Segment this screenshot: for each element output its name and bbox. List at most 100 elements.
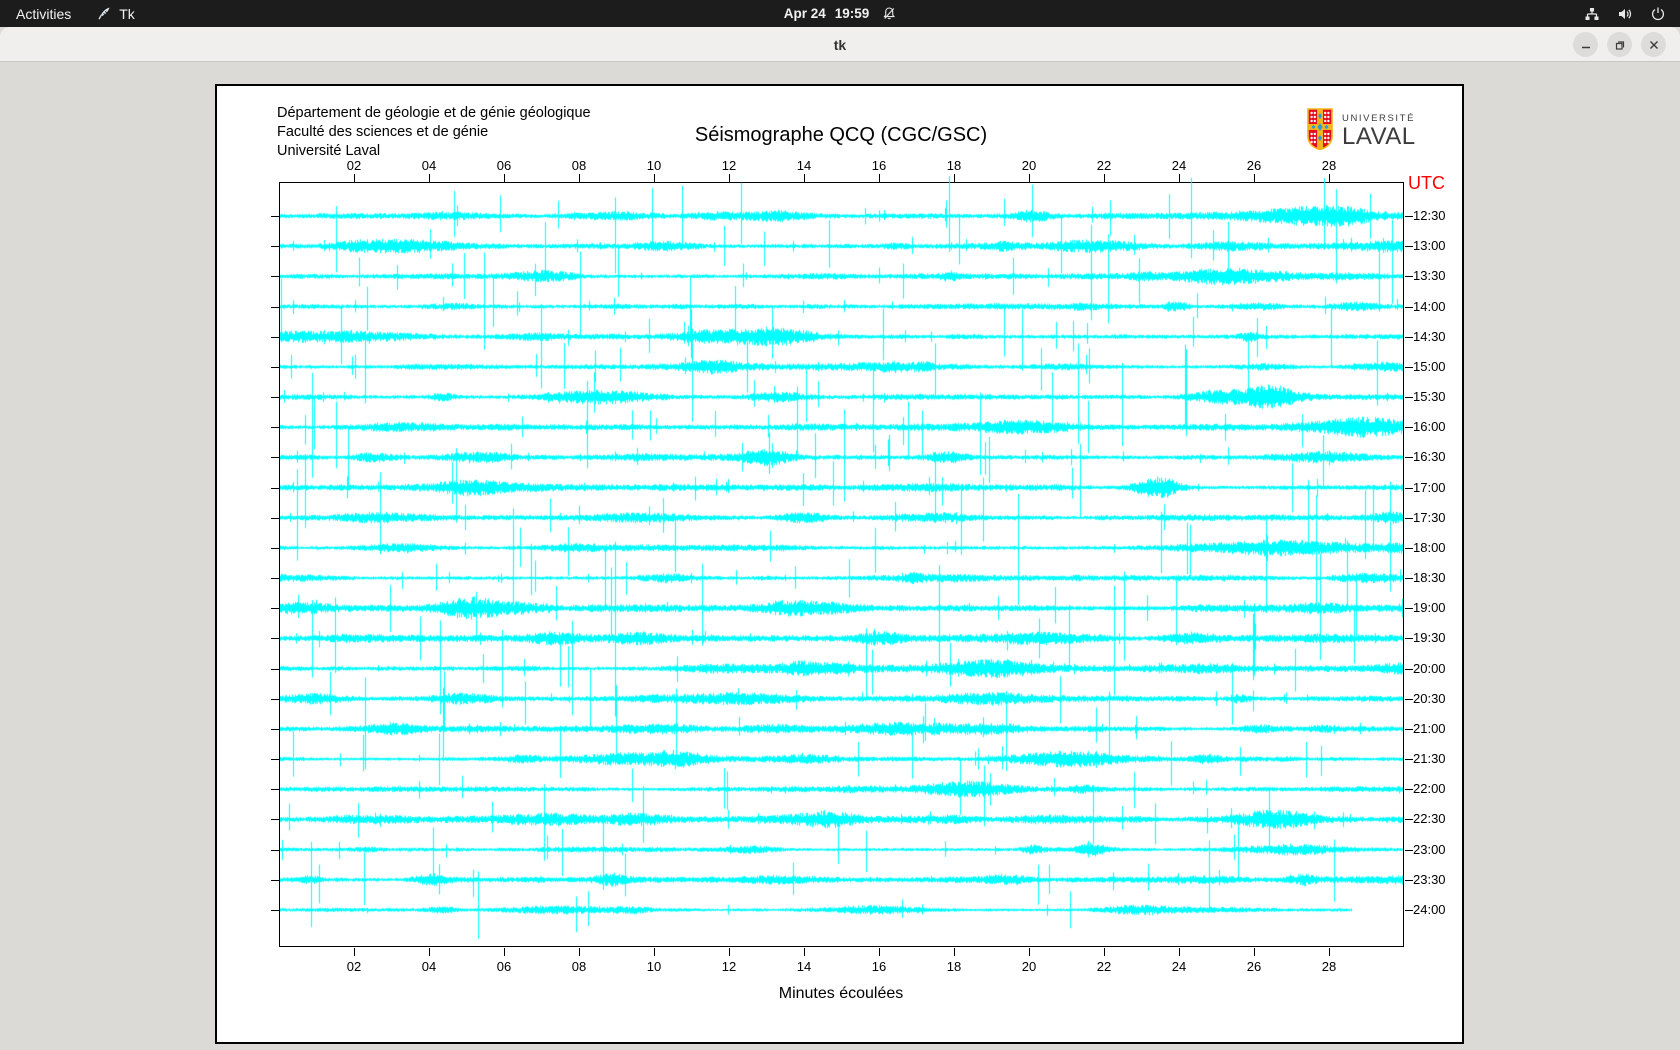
row-tick-left <box>271 487 279 489</box>
utc-axis-label: UTC <box>1408 173 1445 193</box>
row-tick-right <box>1405 397 1413 399</box>
x-axis-tick-label-bottom: 02 <box>346 959 362 974</box>
row-tick-right <box>1405 578 1413 580</box>
row-time-label: 21:00 <box>1413 720 1446 736</box>
x-axis-tick-label-bottom: 22 <box>1096 959 1112 974</box>
x-axis-tick-label-top: 08 <box>571 158 587 173</box>
x-axis-tick-label-top: 12 <box>721 158 737 173</box>
row-tick-right <box>1405 759 1413 761</box>
minimize-button[interactable] <box>1573 32 1598 57</box>
row-tick-left <box>271 849 279 851</box>
x-axis-tick-label-bottom: 12 <box>721 959 737 974</box>
row-time-label: 23:30 <box>1413 871 1446 887</box>
row-tick-right <box>1405 487 1413 489</box>
row-tick-right <box>1405 517 1413 519</box>
row-tick-right <box>1405 879 1413 881</box>
x-axis-tick-label-top: 04 <box>421 158 437 173</box>
institution-header: Département de géologie et de génie géol… <box>277 104 591 161</box>
x-axis-tick-label-top: 20 <box>1021 158 1037 173</box>
row-tick-right <box>1405 849 1413 851</box>
x-axis-tick-top <box>1179 174 1180 182</box>
row-tick-left <box>271 608 279 610</box>
row-tick-right <box>1405 306 1413 308</box>
x-axis-tick-top <box>654 174 655 182</box>
row-tick-left <box>271 698 279 700</box>
x-axis-tick-bottom <box>1179 948 1180 956</box>
row-tick-right <box>1405 638 1413 640</box>
row-time-label: 16:30 <box>1413 449 1446 465</box>
row-tick-left <box>271 457 279 459</box>
row-time-label: 13:30 <box>1413 268 1446 284</box>
x-axis-tick-label-bottom: 26 <box>1246 959 1262 974</box>
window-titlebar: tk <box>0 27 1680 62</box>
x-axis-tick-bottom <box>1254 948 1255 956</box>
x-axis-tick-top <box>504 174 505 182</box>
x-axis-tick-top <box>579 174 580 182</box>
plot-title: Séismographe QCQ (CGC/GSC) <box>694 124 988 146</box>
row-time-label: 24:00 <box>1413 901 1446 917</box>
row-tick-left <box>271 909 279 911</box>
row-time-label: 14:00 <box>1413 298 1446 314</box>
tk-app-indicator-label: Tk <box>119 5 135 22</box>
row-tick-right <box>1405 608 1413 610</box>
x-axis-tick-label-bottom: 18 <box>946 959 962 974</box>
row-tick-right <box>1405 366 1413 368</box>
x-axis-tick-top <box>354 174 355 182</box>
x-axis-tick-top <box>429 174 430 182</box>
tk-app-indicator[interactable]: Tk <box>87 0 145 27</box>
row-tick-left <box>271 306 279 308</box>
x-axis-tick-bottom <box>804 948 805 956</box>
row-time-label: 16:00 <box>1413 419 1446 435</box>
close-button[interactable] <box>1641 32 1666 57</box>
x-axis-tick-label-top: 14 <box>796 158 812 173</box>
row-tick-right <box>1405 909 1413 911</box>
system-status-area[interactable] <box>1584 0 1666 27</box>
maximize-button[interactable] <box>1607 32 1632 57</box>
row-time-label: 22:00 <box>1413 781 1446 797</box>
x-axis-tick-bottom <box>729 948 730 956</box>
row-tick-left <box>271 789 279 791</box>
logo-laval-text: LAVAL <box>1342 122 1416 150</box>
x-axis-tick-label-bottom: 24 <box>1171 959 1187 974</box>
row-tick-left <box>271 276 279 278</box>
x-axis-tick-top <box>1029 174 1030 182</box>
row-time-label: 15:30 <box>1413 389 1446 405</box>
x-axis-tick-label-bottom: 16 <box>871 959 887 974</box>
power-icon <box>1650 6 1666 22</box>
tk-window: tk Département de géologie et de génie g… <box>0 27 1680 1050</box>
x-axis-tick-top <box>729 174 730 182</box>
logo-universite-text: UNIVERSITÉ <box>1342 112 1416 124</box>
row-tick-left <box>271 668 279 670</box>
row-tick-right <box>1405 276 1413 278</box>
row-tick-right <box>1405 246 1413 248</box>
clock-date: Apr 24 <box>783 6 826 21</box>
activities-button[interactable]: Activities <box>0 0 87 27</box>
row-tick-right <box>1405 547 1413 549</box>
x-axis-tick-bottom <box>1329 948 1330 956</box>
x-axis-tick-label-bottom: 14 <box>796 959 812 974</box>
x-axis-tick-bottom <box>654 948 655 956</box>
gnome-top-bar: Activities Tk Apr 24 19:59 <box>0 0 1680 27</box>
x-axis-tick-label-bottom: 04 <box>421 959 437 974</box>
x-axis-tick-label-top: 28 <box>1321 158 1337 173</box>
row-time-label: 17:30 <box>1413 509 1446 525</box>
x-axis-tick-label-bottom: 10 <box>646 959 662 974</box>
x-axis-tick-top <box>804 174 805 182</box>
clock-menu[interactable]: Apr 24 19:59 <box>784 0 897 27</box>
row-tick-left <box>271 728 279 730</box>
row-tick-left <box>271 336 279 338</box>
row-tick-left <box>271 216 279 217</box>
volume-icon <box>1617 6 1633 22</box>
x-axis-tick-top <box>879 174 880 182</box>
row-time-label: 23:00 <box>1413 841 1446 857</box>
row-tick-left <box>271 638 279 640</box>
x-axis-tick-bottom <box>429 948 430 956</box>
x-axis-tick-label-top: 06 <box>496 158 512 173</box>
row-tick-left <box>271 819 279 821</box>
row-tick-right <box>1405 728 1413 730</box>
window-title: tk <box>833 36 847 53</box>
row-time-label: 12:30 <box>1413 208 1446 223</box>
x-axis-tick-top <box>1254 174 1255 182</box>
x-axis-tick-bottom <box>504 948 505 956</box>
x-axis-tick-label-top: 10 <box>646 158 662 173</box>
